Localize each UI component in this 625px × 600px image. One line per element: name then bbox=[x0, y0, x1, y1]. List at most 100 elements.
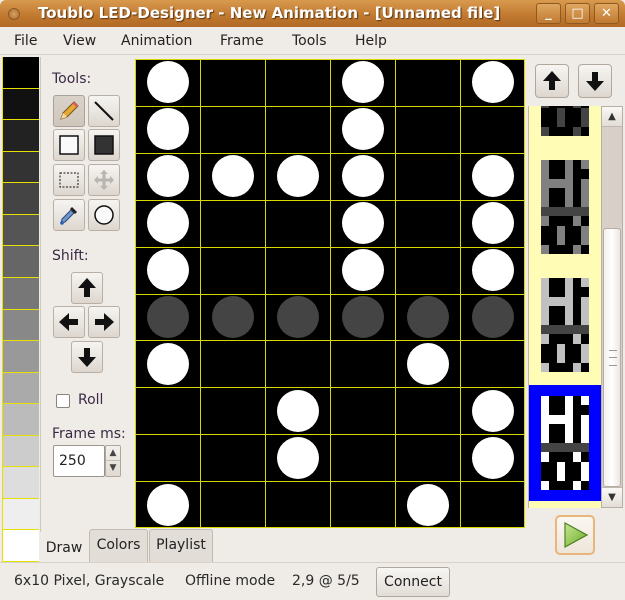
led-cell[interactable] bbox=[200, 434, 265, 481]
rectangle-tool-button[interactable] bbox=[53, 129, 85, 161]
led-cell[interactable] bbox=[330, 59, 395, 106]
line-tool-button[interactable] bbox=[88, 95, 120, 127]
scroll-down-button[interactable]: ▼ bbox=[602, 487, 622, 507]
tab-playlist[interactable]: Playlist bbox=[149, 529, 213, 562]
led-cell[interactable] bbox=[135, 340, 200, 387]
led-cell[interactable] bbox=[135, 247, 200, 294]
led-cell[interactable] bbox=[330, 106, 395, 153]
play-button[interactable] bbox=[555, 515, 595, 555]
palette-swatch[interactable] bbox=[2, 372, 39, 405]
led-cell[interactable] bbox=[265, 481, 330, 528]
led-cell[interactable] bbox=[460, 434, 525, 481]
led-cell[interactable] bbox=[395, 247, 460, 294]
frame-thumbnail[interactable] bbox=[529, 267, 601, 383]
led-cell[interactable] bbox=[395, 294, 460, 341]
led-cell[interactable] bbox=[460, 481, 525, 528]
palette-swatch[interactable] bbox=[2, 435, 39, 468]
connect-button[interactable]: Connect bbox=[376, 567, 450, 597]
menu-file[interactable]: File bbox=[14, 33, 37, 49]
led-cell[interactable] bbox=[460, 294, 525, 341]
led-cell[interactable] bbox=[330, 153, 395, 200]
led-cell[interactable] bbox=[330, 387, 395, 434]
palette-swatch[interactable] bbox=[2, 467, 39, 499]
led-cell[interactable] bbox=[265, 434, 330, 481]
palette-swatch[interactable] bbox=[2, 120, 39, 152]
palette-swatch[interactable] bbox=[2, 309, 39, 342]
led-cell[interactable] bbox=[265, 153, 330, 200]
frame-list-scrollbar[interactable]: ▲ ▼ bbox=[601, 106, 623, 508]
led-cell[interactable] bbox=[200, 59, 265, 106]
led-cell[interactable] bbox=[395, 434, 460, 481]
menu-animation[interactable]: Animation bbox=[121, 33, 192, 49]
menu-view[interactable]: View bbox=[63, 33, 96, 49]
led-cell[interactable] bbox=[200, 153, 265, 200]
palette-swatch[interactable] bbox=[2, 498, 39, 531]
scrollbar-thumb[interactable] bbox=[603, 227, 621, 487]
led-cell[interactable] bbox=[135, 153, 200, 200]
led-canvas[interactable] bbox=[135, 59, 525, 528]
eyedropper-tool-button[interactable] bbox=[53, 199, 85, 231]
frame-thumbnail[interactable] bbox=[529, 385, 601, 501]
led-cell[interactable] bbox=[265, 247, 330, 294]
led-cell[interactable] bbox=[265, 59, 330, 106]
palette-swatch[interactable] bbox=[2, 214, 39, 247]
led-cell[interactable] bbox=[265, 200, 330, 247]
led-cell[interactable] bbox=[200, 247, 265, 294]
led-cell[interactable] bbox=[460, 59, 525, 106]
pencil-tool-button[interactable] bbox=[53, 95, 85, 127]
window-menu-icon[interactable] bbox=[8, 8, 20, 20]
increment-button[interactable]: ▲ bbox=[106, 446, 120, 461]
minimize-button[interactable]: _ bbox=[536, 3, 561, 24]
led-cell[interactable] bbox=[135, 387, 200, 434]
led-cell[interactable] bbox=[135, 106, 200, 153]
led-cell[interactable] bbox=[135, 481, 200, 528]
led-cell[interactable] bbox=[395, 200, 460, 247]
frame-down-button[interactable] bbox=[578, 64, 612, 98]
led-cell[interactable] bbox=[395, 481, 460, 528]
scroll-up-button[interactable]: ▲ bbox=[602, 107, 622, 127]
tab-colors[interactable]: Colors bbox=[89, 529, 148, 562]
led-cell[interactable] bbox=[135, 59, 200, 106]
led-cell[interactable] bbox=[330, 294, 395, 341]
palette-swatch[interactable] bbox=[2, 57, 39, 89]
led-cell[interactable] bbox=[200, 340, 265, 387]
palette-swatch[interactable] bbox=[2, 530, 39, 562]
filled-rectangle-tool-button[interactable] bbox=[88, 129, 120, 161]
frame-thumbnail[interactable] bbox=[529, 106, 601, 147]
palette-swatch[interactable] bbox=[2, 404, 39, 436]
maximize-button[interactable]: □ bbox=[565, 3, 590, 24]
frame-up-button[interactable] bbox=[535, 64, 569, 98]
menu-tools[interactable]: Tools bbox=[292, 33, 327, 49]
led-cell[interactable] bbox=[265, 387, 330, 434]
led-cell[interactable] bbox=[395, 387, 460, 434]
led-cell[interactable] bbox=[200, 200, 265, 247]
led-cell[interactable] bbox=[395, 59, 460, 106]
roll-checkbox[interactable] bbox=[56, 394, 70, 408]
palette-swatch[interactable] bbox=[2, 246, 39, 278]
move-tool-button[interactable] bbox=[88, 164, 120, 196]
led-cell[interactable] bbox=[460, 106, 525, 153]
palette-swatch[interactable] bbox=[2, 277, 39, 310]
led-cell[interactable] bbox=[200, 387, 265, 434]
frame-list[interactable] bbox=[528, 106, 601, 508]
palette-swatch[interactable] bbox=[2, 183, 39, 215]
led-cell[interactable] bbox=[200, 294, 265, 341]
led-cell[interactable] bbox=[460, 247, 525, 294]
led-cell[interactable] bbox=[135, 434, 200, 481]
circle-tool-button[interactable] bbox=[88, 199, 120, 231]
led-cell[interactable] bbox=[265, 294, 330, 341]
menu-frame[interactable]: Frame bbox=[220, 33, 264, 49]
led-cell[interactable] bbox=[135, 294, 200, 341]
led-cell[interactable] bbox=[460, 153, 525, 200]
led-cell[interactable] bbox=[330, 340, 395, 387]
shift-up-button[interactable] bbox=[71, 272, 103, 304]
frame-ms-input[interactable]: 250 bbox=[53, 445, 105, 477]
led-cell[interactable] bbox=[330, 200, 395, 247]
selection-tool-button[interactable] bbox=[53, 164, 85, 196]
led-cell[interactable] bbox=[330, 247, 395, 294]
title-bar[interactable]: Toublo LED-Designer - New Animation - [U… bbox=[0, 0, 625, 27]
led-cell[interactable] bbox=[460, 340, 525, 387]
led-cell[interactable] bbox=[395, 340, 460, 387]
led-cell[interactable] bbox=[330, 434, 395, 481]
led-cell[interactable] bbox=[330, 481, 395, 528]
